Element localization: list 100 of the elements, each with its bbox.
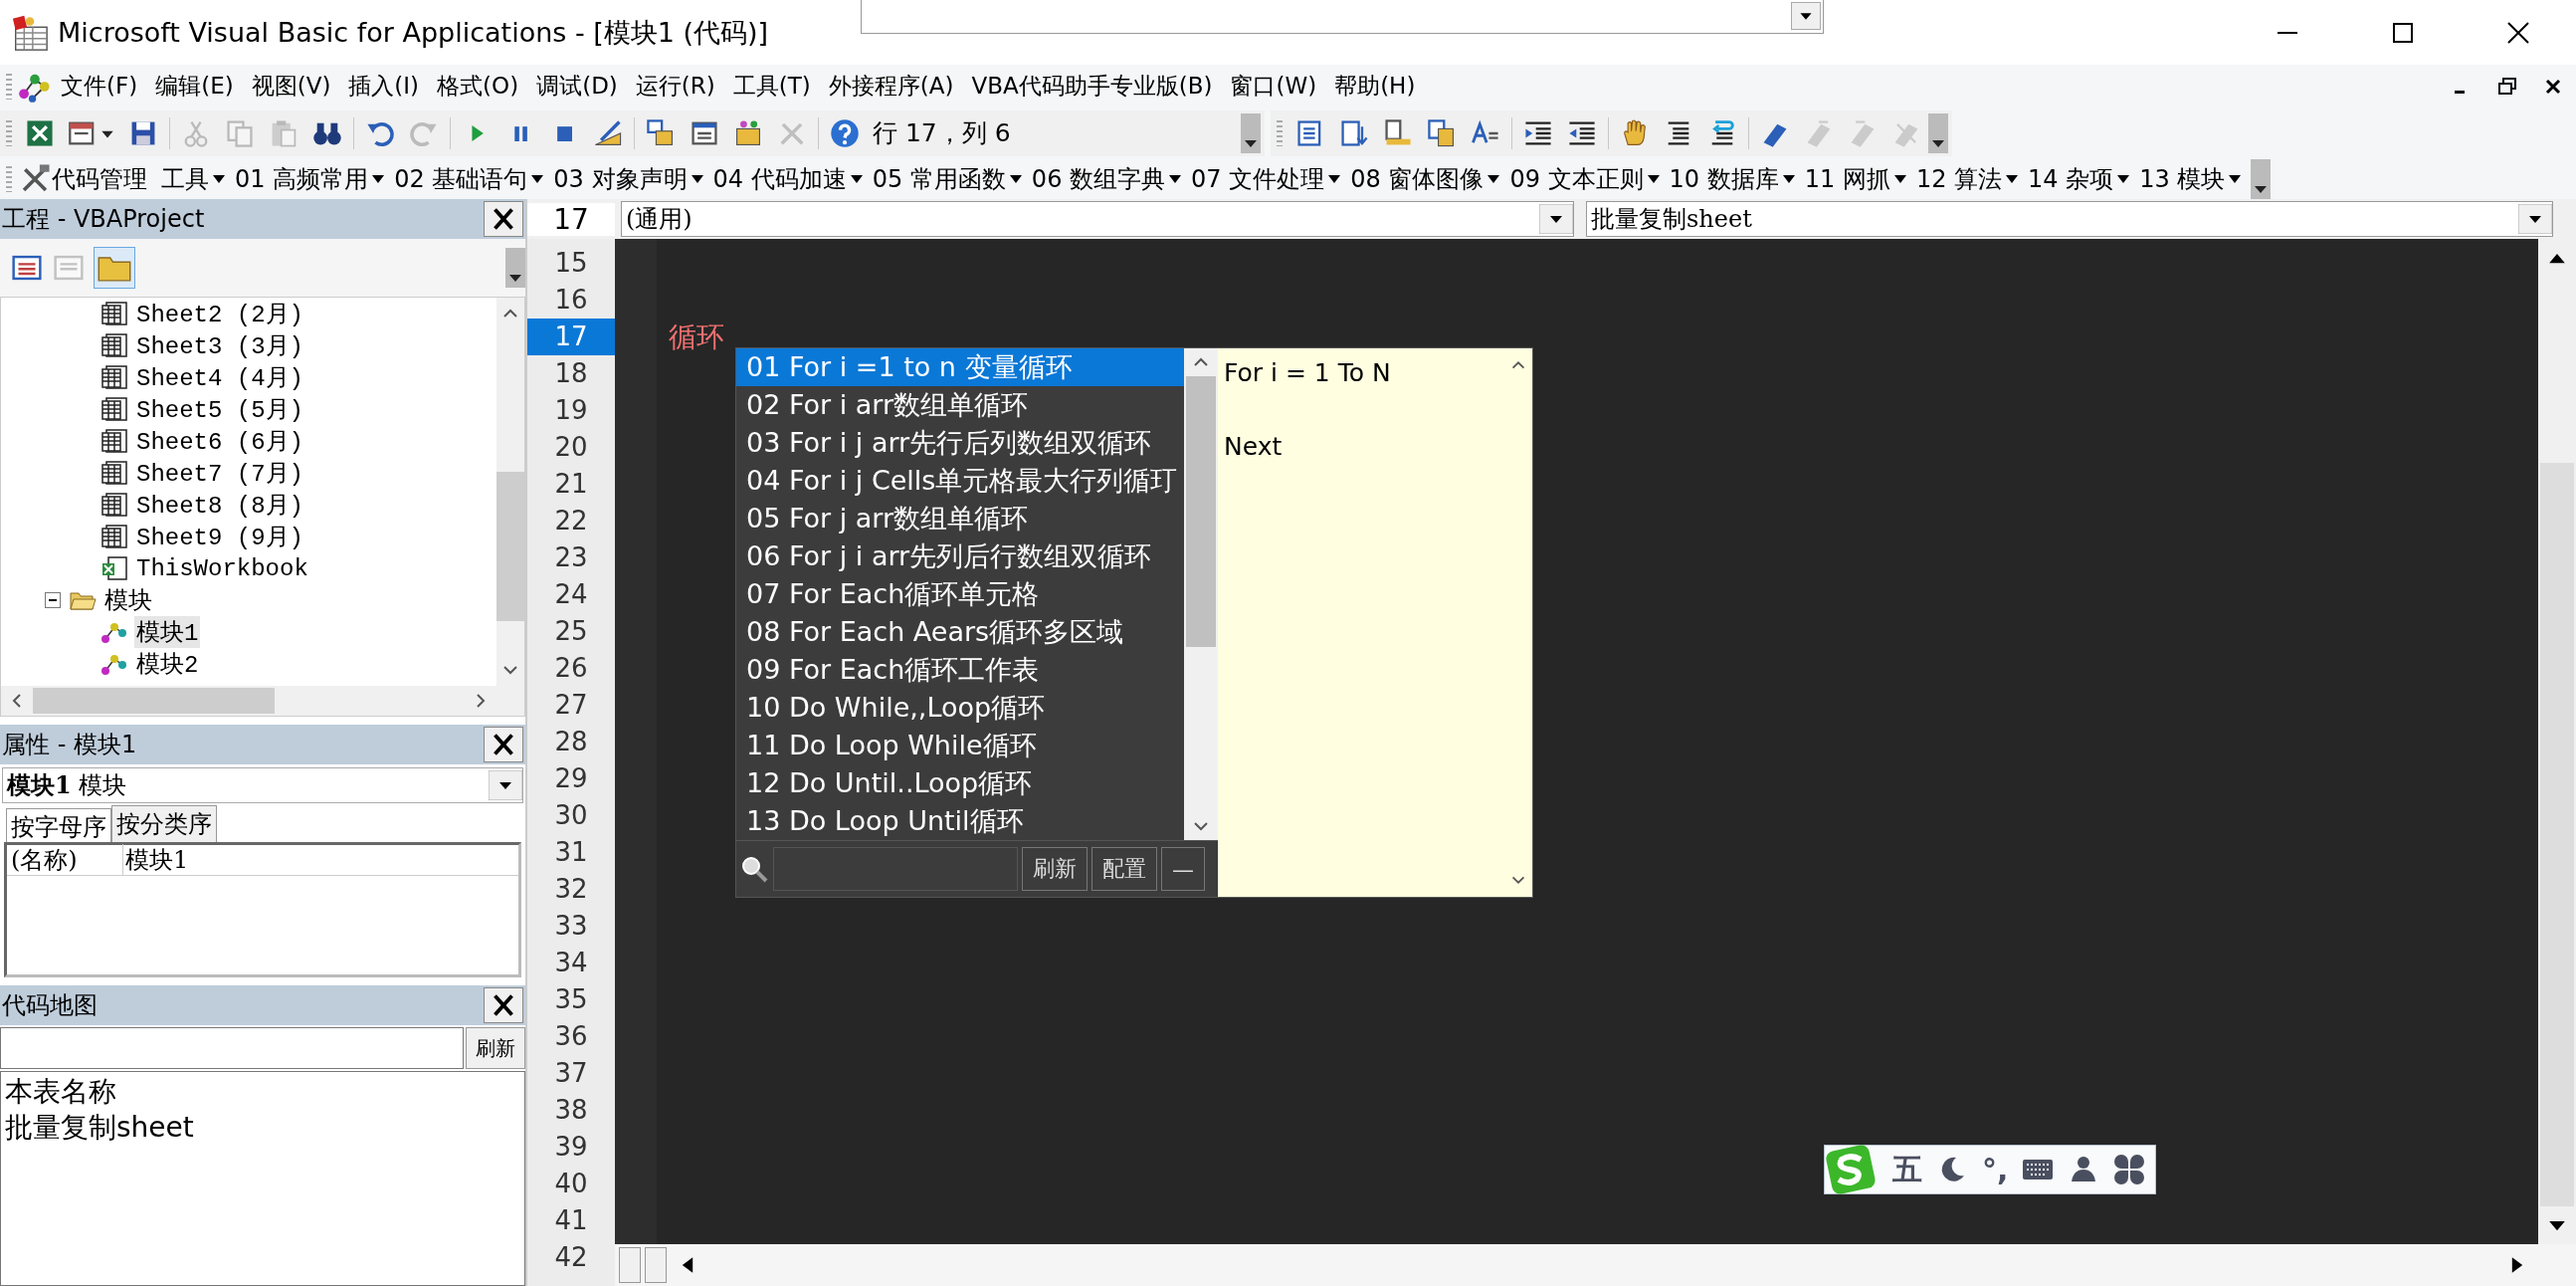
tree-item[interactable]: 模块2 — [134, 648, 201, 680]
worksheet-icon — [100, 396, 128, 422]
menu-item[interactable]: 工具(T) — [723, 69, 820, 104]
snippet-item[interactable]: 02 For i arr数组单循环 — [736, 386, 1184, 424]
help-icon[interactable] — [829, 117, 861, 149]
search-field[interactable] — [0, 1027, 464, 1069]
horizontal-scrollbar[interactable] — [1, 686, 524, 716]
tree-item[interactable]: Sheet2 (2月) — [134, 298, 306, 329]
popup-button[interactable]: 配置 — [1091, 847, 1157, 891]
menu-item[interactable]: 调试(D) — [527, 69, 627, 104]
vertical-scrollbar[interactable] — [496, 298, 524, 686]
dropdown-button[interactable] — [489, 770, 522, 800]
toolbar-overflow-button[interactable] — [505, 248, 525, 288]
snippet-item[interactable]: 08 For Each Aears循环多区域 — [736, 613, 1184, 651]
code-editor[interactable] — [657, 239, 2538, 1244]
caret-icon — [1646, 174, 1661, 184]
object-dropdown[interactable]: 模块1 模块 — [2, 767, 523, 803]
line-number: 22 — [553, 505, 589, 537]
tree-item[interactable]: Sheet3 (3月) — [134, 329, 306, 361]
snippet-item[interactable]: 11 Do Loop While循环 — [736, 727, 1184, 764]
restore-button[interactable] — [2496, 75, 2518, 98]
snippet-item[interactable]: 04 For i j Cells单元格最大行列循玎 — [736, 462, 1184, 500]
dropdown-menu[interactable]: 工具 — [161, 163, 235, 195]
close-button[interactable] — [484, 987, 523, 1023]
dropdown-menu[interactable]: 04 代码加速 — [712, 163, 873, 195]
popup-button[interactable]: 刷新 — [1022, 847, 1088, 891]
snippet-item[interactable]: 07 For Each循环单元格 — [736, 575, 1184, 613]
search-field[interactable] — [773, 847, 1018, 891]
dropdown-button[interactable] — [1791, 2, 1821, 30]
dropdown-menu[interactable]: 14 杂项 — [2028, 163, 2140, 195]
tab[interactable]: 按分类序 — [111, 805, 217, 842]
input-mode[interactable]: 五 — [1892, 1149, 1922, 1190]
toolbar-overflow-button[interactable] — [1241, 113, 1261, 153]
dropdown-menu[interactable]: 11 网抓 — [1804, 163, 1916, 195]
list-item[interactable]: 本表名称 — [5, 1074, 520, 1110]
dropdown-menu[interactable]: 08 窗体图像 — [1350, 163, 1510, 195]
vertical-scrollbar[interactable] — [1184, 348, 1218, 840]
tree-item[interactable]: Sheet6 (6月) — [134, 425, 306, 457]
line-number: 18 — [553, 357, 589, 390]
dropdown-menu[interactable]: 07 文件处理 — [1191, 163, 1351, 195]
menu-item[interactable]: 视图(V) — [242, 69, 340, 104]
snippet-item[interactable]: 12 Do Until..Loop循环 — [736, 764, 1184, 802]
dropdown-button[interactable] — [1539, 204, 1573, 234]
toolbar-overflow-button[interactable] — [2251, 159, 2272, 199]
folder-icon[interactable] — [94, 247, 135, 289]
refresh-button[interactable]: 刷新 — [466, 1027, 525, 1069]
menu-item[interactable]: 外接程序(A) — [819, 69, 963, 104]
document-arrow-icon[interactable] — [1338, 117, 1370, 149]
dropdown-menu[interactable]: 13 模块 — [2139, 163, 2252, 195]
procedure-dropdown[interactable]: 批量复制sheet — [1586, 201, 2553, 237]
dropdown-menu[interactable]: 01 高频常用 — [235, 163, 395, 195]
line-number: 30 — [553, 799, 589, 832]
snippet-item[interactable]: 06 For j i arr先列后行数组双循环 — [736, 537, 1184, 575]
tree-item[interactable]: ThisWorkbook — [134, 554, 310, 582]
object-dropdown[interactable]: (通用) — [621, 201, 1574, 237]
tree-item[interactable]: Sheet4 (4月) — [134, 361, 306, 393]
clover-icon[interactable] — [2113, 1154, 2146, 1185]
menu-item[interactable]: 插入(I) — [339, 69, 429, 104]
punctuation-mode[interactable]: °, — [1982, 1152, 2009, 1187]
spreadsheet-icon[interactable] — [24, 117, 56, 149]
snippet-item[interactable]: 05 For j arr数组单循环 — [736, 500, 1184, 537]
caret-icon — [2228, 174, 2243, 184]
snippet-item[interactable]: 09 For Each循环工作表 — [736, 651, 1184, 689]
snippet-item[interactable]: 01 For i =1 to n 变量循环 — [736, 348, 1184, 386]
dropdown-menu[interactable]: 10 数据库 — [1669, 163, 1805, 195]
menu-item[interactable]: 帮助(H) — [1325, 69, 1425, 104]
snippet-item[interactable]: 03 For i j arr先行后列数组双循环 — [736, 424, 1184, 462]
popup-button[interactable]: — — [1161, 847, 1205, 891]
dropdown-menu[interactable]: 09 文本正则 — [1509, 163, 1670, 195]
caret-icon — [690, 174, 704, 184]
tree-item[interactable]: 模块 — [102, 584, 154, 616]
dropdown-menu[interactable]: 03 对象声明 — [553, 163, 713, 195]
menu-item[interactable]: 格式(O) — [428, 69, 528, 104]
dropdown-menu[interactable]: 12 算法 — [1915, 163, 2029, 195]
snippet-item[interactable]: 10 Do While,,Loop循环 — [736, 689, 1184, 727]
menu-item[interactable]: 运行(R) — [626, 69, 724, 104]
panel-title: 属性 - 模块1 — [2, 730, 138, 760]
tree-item[interactable]: Sheet9 (9月) — [134, 521, 306, 552]
menu-item[interactable]: 窗口(W) — [1221, 69, 1326, 104]
menu-item[interactable]: 文件(F) — [52, 69, 147, 104]
dropdown-button[interactable] — [2518, 204, 2552, 234]
dropdown-menu[interactable]: 06 数组字典 — [1031, 163, 1192, 195]
line-number: 35 — [553, 983, 589, 1016]
tree-item[interactable]: Sheet8 (8月) — [134, 489, 306, 521]
dropdown-menu[interactable]: 05 常用函数 — [872, 163, 1032, 195]
list-item[interactable]: 批量复制sheet — [5, 1110, 520, 1146]
dropdown-menu[interactable]: 02 基础语句 — [394, 163, 554, 195]
collapse-toggle[interactable] — [45, 592, 61, 608]
horizontal-scrollbar[interactable] — [615, 1244, 2576, 1286]
menu-item[interactable]: 编辑(E) — [146, 69, 243, 104]
close-button[interactable] — [484, 201, 523, 237]
tree-item[interactable]: 模块1 — [134, 616, 201, 648]
tree-item[interactable]: Sheet5 (5月) — [134, 393, 306, 425]
toolbar-overflow-button[interactable] — [1928, 113, 1948, 153]
tab[interactable]: 按字母序 — [6, 808, 111, 842]
tree-item[interactable]: Sheet7 (7月) — [134, 457, 306, 489]
close-button[interactable] — [484, 727, 523, 762]
property-value[interactable]: 模块1 — [123, 844, 189, 876]
menu-item[interactable]: VBA代码助手专业版(B) — [962, 69, 1222, 104]
snippet-item[interactable]: 13 Do Loop Until循环 — [736, 802, 1184, 840]
